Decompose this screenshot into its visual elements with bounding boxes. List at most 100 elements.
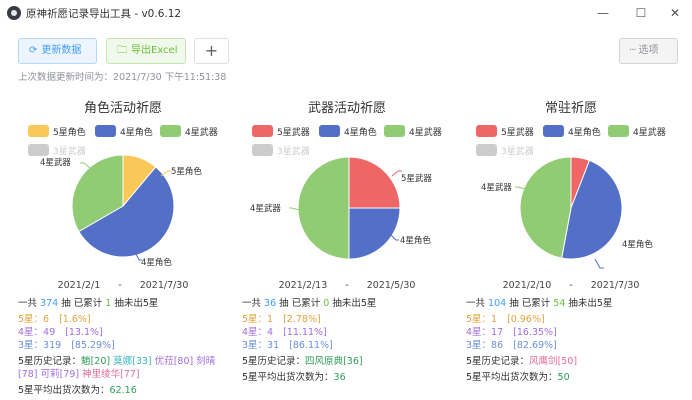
leader-line — [80, 162, 91, 169]
standard-pie-chart: 4星角色 4星武器 — [481, 156, 653, 269]
refresh-data-button[interactable]: ⟳ 更新数据 — [18, 38, 97, 64]
export-label: 导出Excel — [131, 45, 178, 56]
row-label: 3星： — [466, 340, 492, 351]
legend-4star-weapon[interactable]: 4星武器 — [608, 125, 666, 138]
legend-5star-character[interactable]: 5星角色 — [28, 125, 86, 138]
total-pulls: 36 — [264, 298, 277, 309]
pulls-since-5star: 0 — [323, 298, 330, 309]
date-from: 2021/2/10 — [502, 280, 552, 291]
title-bar: 原神祈愿记录导出工具 - v0.6.12 — ☐ ✕ — [0, 0, 692, 26]
four-star-row: 4星：49 [13.1%] — [18, 326, 240, 339]
legend-4star-character[interactable]: 4星角色 — [95, 125, 153, 138]
row-percent: [86.11%] — [289, 340, 333, 351]
maximize-button[interactable]: ☐ — [624, 2, 658, 24]
character-event-panel: 角色活动祈愿 5星角色 4星角色 4星武器 3星武器 5星角色 4星角色 4星武… — [18, 92, 238, 397]
panel-title: 角色活动祈愿 — [83, 101, 162, 116]
date-separator: - — [569, 280, 573, 291]
legend-swatch — [543, 125, 564, 137]
row-count: 1 — [267, 314, 274, 325]
text: 抽未出5星 — [332, 298, 377, 309]
close-button[interactable]: ✕ — [658, 2, 692, 24]
refresh-label: 更新数据 — [41, 45, 82, 56]
row-count: 4 — [267, 327, 274, 338]
leader-line — [289, 207, 300, 211]
legend-4star-character[interactable]: 4星角色 — [543, 125, 601, 138]
row-count: 86 — [491, 340, 504, 351]
options-button[interactable]: ··· 选项 — [619, 38, 678, 64]
legend-label: 4星武器 — [409, 128, 442, 138]
row-label: 4星： — [466, 327, 492, 338]
four-star-row: 4星：17 [16.35%] — [466, 326, 688, 339]
row-count: 31 — [267, 340, 280, 351]
more-dots-icon: ··· — [629, 45, 636, 56]
weapon-pie-chart: 5星武器 4星角色 4星武器 — [250, 156, 432, 260]
date-range: 2021/2/1 - 2021/7/30 — [18, 280, 228, 291]
history-line: 5星历史记录：风鹰剑[50] — [466, 355, 688, 368]
average-label: 5星平均出货次数为： — [242, 372, 334, 383]
average-line: 5星平均出货次数为：50 — [466, 371, 688, 384]
row-percent: [0.96%] — [507, 314, 545, 325]
pie-slice-0[interactable] — [348, 156, 401, 209]
row-label: 4星： — [18, 327, 44, 338]
legend-4star-weapon[interactable]: 4星武器 — [160, 125, 218, 138]
legend-label: 5星角色 — [53, 128, 86, 138]
five-star-row: 5星：1 [0.96%] — [466, 313, 688, 326]
legend-5star-weapon[interactable]: 5星武器 — [476, 125, 534, 138]
pie-slice-1[interactable] — [348, 207, 401, 260]
history-item: 魈[20] — [81, 356, 111, 367]
average-line: 5星平均出货次数为：62.16 — [18, 384, 240, 397]
text: 抽 已累计 — [509, 298, 551, 309]
history-item: 神里绫华[77] — [82, 369, 140, 380]
stats-block: 一共 36 抽 已累计 0 抽未出5星 5星：1 [2.78%] 4星：4 [11.… — [242, 297, 464, 384]
text: 一共 — [18, 298, 38, 309]
summary-line: 一共 36 抽 已累计 0 抽未出5星 — [242, 297, 464, 310]
row-label: 4星： — [242, 327, 268, 338]
legend-label: 4星角色 — [568, 128, 601, 138]
summary-line: 一共 104 抽 已累计 54 抽未出5星 — [466, 297, 688, 310]
text: 一共 — [242, 298, 262, 309]
date-from: 2021/2/1 — [57, 280, 101, 291]
history-line: 5星历史记录：四风原典[36] — [242, 355, 464, 368]
slice-label-4star-character: 4星角色 — [622, 239, 653, 250]
average-label: 5星平均出货次数为： — [18, 385, 110, 396]
legend-swatch — [160, 125, 181, 137]
date-separator: - — [345, 280, 349, 291]
legend-label: 4星武器 — [185, 128, 218, 138]
export-excel-button[interactable]: 🗀 导出Excel — [106, 38, 186, 64]
pie-slice-2[interactable] — [297, 156, 350, 260]
text: 抽未出5星 — [568, 298, 613, 309]
row-count: 17 — [491, 327, 504, 338]
slice-label-4star-weapon: 4星武器 — [40, 157, 71, 168]
legend-5star-weapon[interactable]: 5星武器 — [252, 125, 310, 138]
date-range: 2021/2/10 - 2021/7/30 — [466, 280, 676, 291]
stats-block: 一共 374 抽 已累计 1 抽未出5星 5星：6 [1.6%] 4星：49 [13… — [18, 297, 240, 397]
legend-4star-character[interactable]: 4星角色 — [319, 125, 377, 138]
row-count: 6 — [43, 314, 50, 325]
refresh-icon: ⟳ — [29, 45, 38, 56]
text: 抽 已累计 — [279, 298, 321, 309]
app-logo-icon — [7, 6, 21, 20]
stats-block: 一共 104 抽 已累计 54 抽未出5星 5星：1 [0.96%] 4星：17 [… — [466, 297, 688, 384]
add-button[interactable]: + — [194, 38, 229, 64]
history-item: 优菈[80] — [154, 356, 194, 367]
slice-label-5star-character: 5星角色 — [171, 166, 202, 177]
text: 一共 — [466, 298, 486, 309]
slice-label-5star-weapon: 5星武器 — [401, 173, 432, 184]
row-label: 5星： — [242, 314, 268, 325]
legend-label: 4星武器 — [633, 128, 666, 138]
average-value: 62.16 — [109, 385, 137, 396]
legend-label: 5星武器 — [501, 128, 534, 138]
average-value: 36 — [333, 372, 346, 383]
history-item: 风鹰剑[50] — [529, 356, 578, 367]
pie-slice-2[interactable] — [519, 156, 572, 259]
row-percent: [11.11%] — [283, 327, 327, 338]
legend-4star-weapon[interactable]: 4星武器 — [384, 125, 442, 138]
date-from: 2021/2/13 — [278, 280, 328, 291]
leader-line — [594, 258, 604, 269]
row-label: 5星： — [466, 314, 492, 325]
three-star-row: 3星：31 [86.11%] — [242, 339, 464, 352]
minimize-button[interactable]: — — [586, 2, 620, 24]
average-label: 5星平均出货次数为： — [466, 372, 558, 383]
row-percent: [16.35%] — [513, 327, 557, 338]
text: 抽 已累计 — [61, 298, 103, 309]
